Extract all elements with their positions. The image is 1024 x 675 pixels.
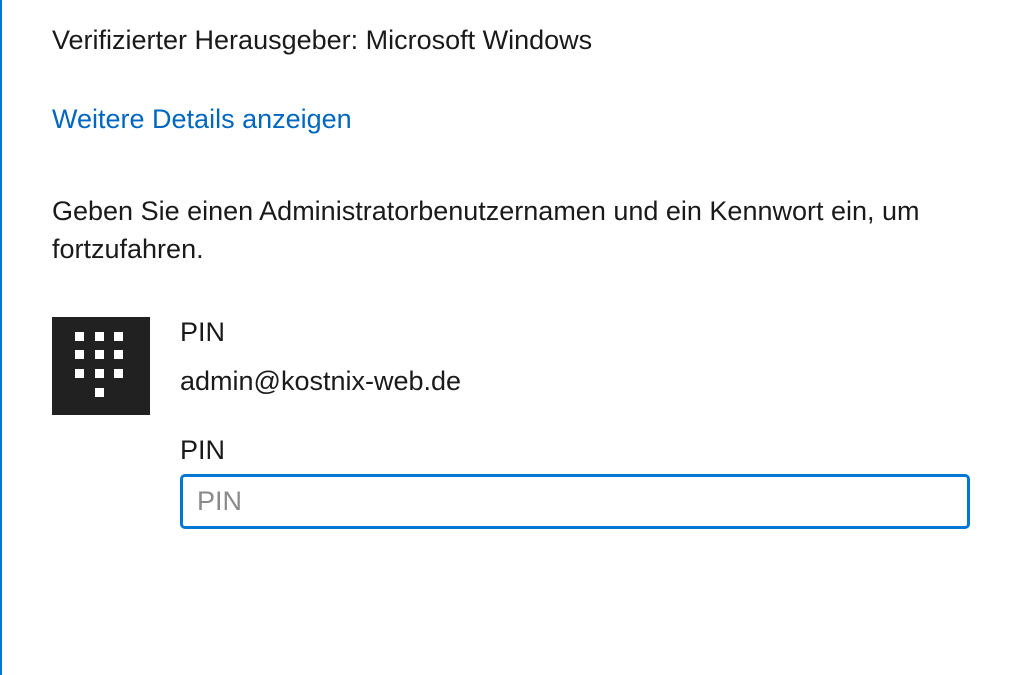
pin-input-field[interactable] [180,474,970,529]
auth-method-label: PIN [180,317,1024,348]
show-details-link[interactable]: Weitere Details anzeigen [52,104,352,135]
credential-info: PIN admin@kostnix-web.de PIN [180,317,1024,529]
admin-instruction: Geben Sie einen Administratorbenutzernam… [52,193,932,269]
uac-dialog-content: Verifizierter Herausgeber: Microsoft Win… [0,0,1024,675]
publisher-info: Verifizierter Herausgeber: Microsoft Win… [52,25,1024,56]
credential-section: PIN admin@kostnix-web.de PIN [52,317,1024,529]
pin-keypad-icon [52,317,150,415]
pin-input-label: PIN [180,435,1024,466]
username-display: admin@kostnix-web.de [180,366,1024,397]
